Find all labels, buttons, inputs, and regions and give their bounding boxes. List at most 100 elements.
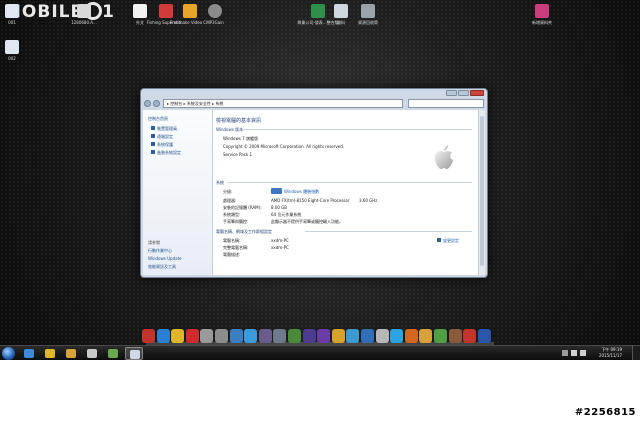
photos-icon: [108, 349, 118, 358]
64-icon[interactable]: [273, 329, 287, 343]
mail-icon[interactable]: [346, 329, 360, 343]
taskbar-ie-icon[interactable]: [20, 347, 38, 360]
desktop: MOBILE 1 001 1280680.A... 外文 Fishing Supe…: [0, 0, 640, 360]
forward-button[interactable]: [153, 100, 160, 107]
opera-icon[interactable]: [185, 329, 199, 343]
back-button[interactable]: [144, 100, 151, 107]
desktop-icon-002[interactable]: 002: [0, 40, 34, 61]
taskbar-chrome-icon[interactable]: [41, 347, 59, 360]
divider: [305, 231, 472, 232]
left-link-remote[interactable]: 遠端設定: [151, 134, 173, 140]
left-pane: 控制台首頁 裝置管理員 遠端設定 系統保護 進階系統設定 請參閱 行動作業中心 …: [143, 110, 213, 275]
bolt-icon[interactable]: [156, 329, 170, 343]
ie-icon: [24, 349, 34, 358]
edition-header: Windows 版本: [216, 127, 244, 132]
dock: [136, 329, 504, 346]
recycle-bin-icon: [361, 4, 375, 18]
content-pane: 檢視電腦的基本資訊 Windows 版本 Windows 7 旗艦版 Copyr…: [213, 110, 484, 275]
taskbar-folder-icon[interactable]: [62, 347, 80, 360]
desktop-icon-new-folder[interactable]: 新增資料夾: [520, 4, 564, 25]
network-header: 電腦名稱、網域及工作群組設定: [216, 229, 272, 234]
taskbar-photos-icon[interactable]: [104, 347, 122, 360]
control-panel-home-link[interactable]: 控制台首頁: [148, 116, 168, 122]
system-type-label: 系統類型:: [223, 212, 241, 217]
media-player-icon[interactable]: [375, 329, 389, 343]
app-icon[interactable]: [229, 329, 243, 343]
scrollbar-thumb[interactable]: [480, 116, 484, 266]
apple-logo-icon: [435, 145, 453, 169]
computer-name-label: 電腦名稱:: [223, 238, 241, 243]
maximize-button[interactable]: [458, 90, 469, 96]
divider: [243, 129, 472, 130]
system-header: 系統: [216, 180, 224, 185]
desktop-icon-mp3gain[interactable]: MP3Gain: [193, 4, 237, 25]
pen-touch-value: 此顯示器不提供手寫筆或觸控輸入功能。: [271, 219, 343, 224]
monitor-icon[interactable]: [361, 329, 374, 343]
monitor-icon: [5, 40, 19, 54]
taskbar-library-icon[interactable]: [83, 347, 101, 360]
taskbar: 下午 09:19 2015/11/17: [0, 345, 640, 360]
shield-icon: [151, 142, 155, 146]
network-icon[interactable]: [571, 350, 577, 356]
memory-label: 安裝的記憶體 (RAM):: [223, 205, 262, 210]
computer-name-value: xxdm-PC: [271, 238, 289, 243]
tray-arrow-icon[interactable]: [562, 350, 568, 356]
folder-icon[interactable]: [419, 329, 433, 343]
see-also-action-center[interactable]: 行動作業中心: [148, 248, 172, 254]
steam-icon[interactable]: [215, 329, 228, 343]
media-icon[interactable]: [302, 329, 316, 343]
description-label: 電腦描述:: [223, 252, 241, 257]
experience-index-link[interactable]: Windows 體驗指數: [271, 188, 319, 195]
full-name-value: xxdm-PC: [271, 245, 289, 250]
desktop-icon-disk[interactable]: 1280680.A...: [62, 4, 106, 25]
close-button[interactable]: [470, 90, 484, 96]
breadcrumb[interactable]: ▸ 控制台 ▸ 系統及安全性 ▸ 系統: [163, 99, 403, 108]
scrollbar[interactable]: [478, 110, 485, 275]
skype-icon[interactable]: [390, 329, 404, 343]
search-input[interactable]: [408, 99, 484, 108]
see-also-windows-update[interactable]: Windows Update: [148, 256, 182, 261]
chrome-icon: [45, 349, 55, 358]
desktop-icon-001[interactable]: 001: [0, 4, 34, 25]
clock[interactable]: 下午 09:19 2015/11/17: [599, 347, 622, 359]
system-icon: [130, 350, 140, 359]
rating-label: 分級:: [223, 189, 233, 194]
left-link-protection[interactable]: 系統保護: [151, 142, 173, 148]
start-button[interactable]: [2, 347, 15, 360]
adobe-icon[interactable]: [142, 329, 155, 343]
photos-icon[interactable]: [258, 329, 272, 343]
window-titlebar[interactable]: [141, 89, 487, 97]
service-pack: Service Pack 1: [223, 152, 253, 157]
minimize-button[interactable]: [446, 90, 457, 96]
refresh-icon[interactable]: [244, 329, 258, 343]
see-also-performance[interactable]: 效能資訊及工具: [148, 264, 176, 270]
copyright-text: Copyright © 2009 Microsoft Corporation. …: [223, 144, 345, 149]
gear-icon: [208, 4, 222, 18]
game-icon[interactable]: [463, 329, 477, 343]
leaf-icon[interactable]: [434, 329, 447, 343]
system-type-value: 64 位元作業系統: [271, 212, 302, 217]
chrome-icon[interactable]: [171, 329, 185, 343]
desktop-icon-recycle-bin[interactable]: 資源回收筒: [346, 4, 390, 25]
character-icon[interactable]: [331, 329, 345, 343]
rating-badge-icon: [271, 188, 282, 194]
firefox-icon[interactable]: [404, 329, 418, 343]
processor-value: AMD FX(tm)-8150 Eight-Core Processor: [271, 198, 350, 203]
volume-icon[interactable]: [580, 350, 586, 356]
see-also-title: 請參閱: [148, 240, 160, 245]
taskbar-system-icon[interactable]: [125, 347, 143, 360]
shield-icon: [151, 150, 155, 154]
shield-icon: [151, 126, 155, 130]
play-icon[interactable]: [317, 329, 331, 343]
window-icon[interactable]: [200, 329, 214, 343]
left-link-advanced[interactable]: 進階系統設定: [151, 150, 181, 156]
left-link-device-manager[interactable]: 裝置管理員: [151, 126, 177, 132]
monitor-icon: [5, 4, 19, 18]
shield-icon: [151, 134, 155, 138]
memory-value: 8.00 GB: [271, 205, 288, 210]
change-settings-link[interactable]: 變更設定: [437, 238, 459, 244]
show-desktop-button[interactable]: [632, 346, 640, 360]
l-icon[interactable]: [477, 329, 491, 343]
tools-icon[interactable]: [288, 329, 301, 343]
cat-icon[interactable]: [448, 329, 462, 343]
